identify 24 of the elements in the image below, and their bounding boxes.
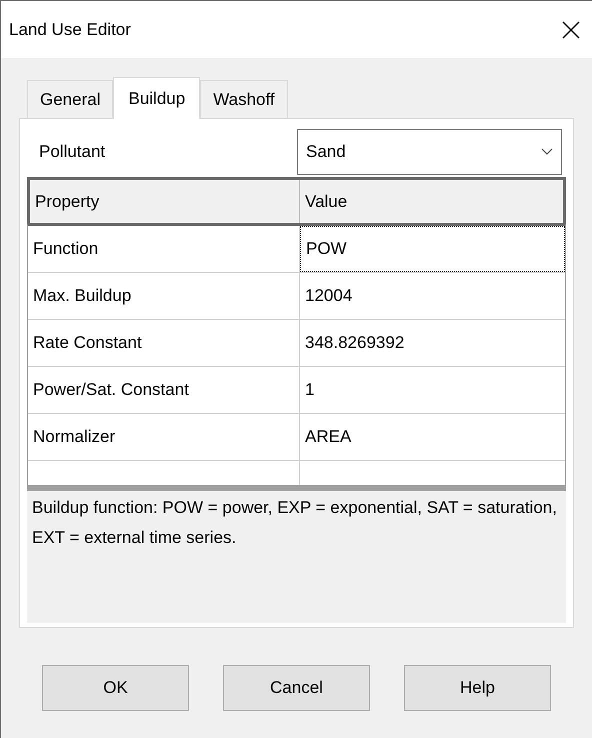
table-cell: Rate Constant — [28, 320, 300, 366]
chevron-down-icon — [541, 148, 553, 156]
dialog-button[interactable]: OK — [42, 665, 189, 711]
tab[interactable]: General — [27, 80, 114, 118]
dialog-button[interactable]: Help — [404, 665, 551, 711]
table-cell: Power/Sat. Constant — [28, 367, 300, 413]
close-icon[interactable] — [562, 20, 580, 38]
table-cell[interactable]: AREA — [300, 414, 565, 460]
table-cell[interactable]: POW — [300, 226, 565, 272]
column-header: Property — [30, 180, 300, 223]
dialog-button[interactable]: Cancel — [223, 665, 370, 711]
table-cell[interactable]: 12004 — [300, 273, 565, 319]
description-text: Buildup function: POW = power, EXP = exponential, SAT = saturation, EXT = external time series. — [32, 497, 558, 549]
pollutant-dropdown[interactable]: Sand — [297, 129, 562, 175]
pollutant-label: Pollutant — [38, 141, 106, 164]
table-cell: Function — [28, 226, 300, 272]
window-title: Land Use Editor — [9, 18, 131, 41]
table-cell: Max. Buildup — [28, 273, 300, 319]
tab[interactable]: Buildup — [113, 77, 200, 119]
table-cell[interactable]: 348.8269392 — [300, 320, 565, 366]
table-cell: Normalizer — [28, 414, 300, 460]
tab[interactable]: Washoff — [200, 80, 288, 118]
table-cell[interactable]: 1 — [300, 367, 565, 413]
column-header: Value — [304, 190, 348, 213]
